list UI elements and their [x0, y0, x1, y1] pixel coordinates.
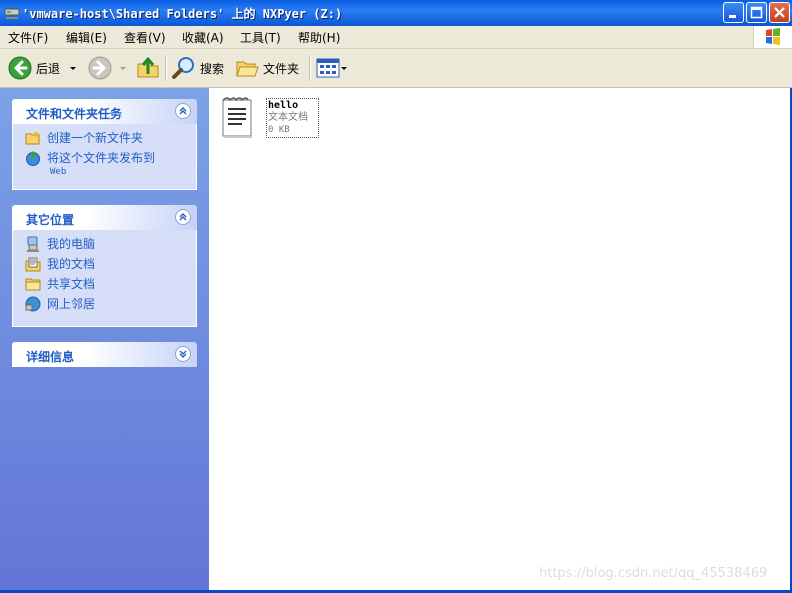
place-network-label: 网上邻居	[47, 297, 96, 311]
menu-file[interactable]: 文件(F)	[8, 29, 48, 46]
text-document-icon	[222, 97, 252, 138]
forward-arrow-icon	[88, 56, 112, 80]
expand-icon[interactable]	[175, 346, 191, 362]
file-tasks-body: 创建一个新文件夹 将这个文件夹发布到 Web	[12, 124, 197, 190]
back-arrow-icon	[8, 56, 32, 80]
search-icon	[172, 57, 194, 79]
task-new-folder[interactable]: 创建一个新文件夹	[25, 130, 196, 150]
network-drive-icon	[4, 8, 20, 19]
search-label: 搜索	[200, 61, 225, 76]
windows-flag-icon	[766, 28, 780, 45]
file-tasks-title: 文件和文件夹任务	[26, 107, 123, 121]
watermark: https://blog.csdn.net/qq_45538469	[539, 566, 768, 581]
place-network[interactable]: 网上邻居	[25, 296, 196, 316]
menu-help[interactable]: 帮助(H)	[298, 29, 340, 46]
task-pane: 文件和文件夹任务 创建一个新文件夹 将这个文件夹发布到 Web 其它位置 我的电…	[0, 88, 209, 593]
new-folder-icon	[25, 131, 40, 145]
file-label: hello 文本文档 0 KB	[266, 98, 319, 138]
computer-icon	[27, 236, 39, 252]
menu-bar: 文件(F) 编辑(E) 查看(V) 收藏(A) 工具(T) 帮助(H)	[0, 26, 792, 49]
place-my-documents[interactable]: 我的文档	[25, 256, 196, 276]
menu-edit[interactable]: 编辑(E)	[66, 29, 107, 46]
file-size: 0 KB	[268, 125, 290, 135]
back-label: 后退	[36, 61, 61, 76]
maximize-button[interactable]	[746, 2, 767, 23]
toolbar-separator	[309, 55, 311, 81]
close-icon	[774, 7, 785, 18]
menu-tools[interactable]: 工具(T)	[240, 29, 281, 46]
file-tasks-header[interactable]: 文件和文件夹任务	[12, 99, 197, 124]
other-places-body: 我的电脑 我的文档 共享文档 网上邻居	[12, 230, 197, 327]
toolbar: 后退 搜索 文件夹	[0, 49, 792, 88]
place-my-documents-label: 我的文档	[47, 257, 96, 271]
up-folder-button[interactable]	[136, 55, 160, 81]
forward-button[interactable]	[88, 55, 128, 81]
other-places-panel: 其它位置 我的电脑 我的文档 共享文档 网上邻居	[12, 205, 197, 327]
task-publish-web-sub: Web	[50, 167, 67, 177]
folders-button[interactable]: 文件夹	[235, 55, 299, 81]
collapse-icon[interactable]	[175, 103, 191, 119]
details-title: 详细信息	[26, 350, 75, 364]
minimize-icon	[729, 15, 736, 18]
back-button[interactable]: 后退	[8, 55, 78, 81]
views-icon	[316, 58, 340, 78]
file-tasks-panel: 文件和文件夹任务 创建一个新文件夹 将这个文件夹发布到 Web	[12, 99, 197, 190]
window-title: 'vmware-host\Shared Folders' 上的 NXPyer (…	[22, 7, 343, 21]
chevron-down-icon[interactable]	[118, 63, 128, 73]
details-panel: 详细信息	[12, 342, 197, 367]
place-my-computer[interactable]: 我的电脑	[25, 236, 196, 256]
task-publish-web-label: 将这个文件夹发布到	[47, 151, 156, 165]
windows-logo	[753, 26, 792, 48]
documents-icon	[25, 257, 41, 272]
folders-icon	[236, 61, 259, 77]
place-my-computer-label: 我的电脑	[47, 237, 96, 251]
place-shared-documents-label: 共享文档	[47, 277, 96, 291]
file-type: 文本文档	[268, 112, 308, 123]
place-shared-documents[interactable]: 共享文档	[25, 276, 196, 296]
publish-web-icon	[26, 151, 40, 166]
task-new-folder-label: 创建一个新文件夹	[47, 131, 144, 145]
maximize-icon	[750, 6, 763, 19]
minimize-button[interactable]	[723, 2, 744, 23]
other-places-title: 其它位置	[26, 213, 75, 227]
network-icon	[25, 296, 41, 312]
collapse-icon[interactable]	[175, 209, 191, 225]
close-button[interactable]	[769, 2, 790, 23]
folders-label: 文件夹	[263, 61, 300, 76]
details-header[interactable]: 详细信息	[12, 342, 197, 367]
chevron-down-icon[interactable]	[68, 63, 78, 73]
chevron-down-icon[interactable]	[340, 63, 348, 73]
file-name: hello	[268, 100, 299, 111]
other-places-header[interactable]: 其它位置	[12, 205, 197, 230]
views-button[interactable]	[316, 55, 348, 81]
title-bar[interactable]: 'vmware-host\Shared Folders' 上的 NXPyer (…	[0, 0, 792, 26]
shared-folder-icon	[25, 278, 41, 291]
task-publish-web[interactable]: 将这个文件夹发布到 Web	[25, 150, 196, 177]
up-folder-icon	[137, 57, 159, 78]
toolbar-separator	[165, 55, 167, 81]
search-button[interactable]: 搜索	[172, 55, 224, 81]
menu-favorites[interactable]: 收藏(A)	[182, 29, 224, 46]
menu-view[interactable]: 查看(V)	[124, 29, 166, 46]
